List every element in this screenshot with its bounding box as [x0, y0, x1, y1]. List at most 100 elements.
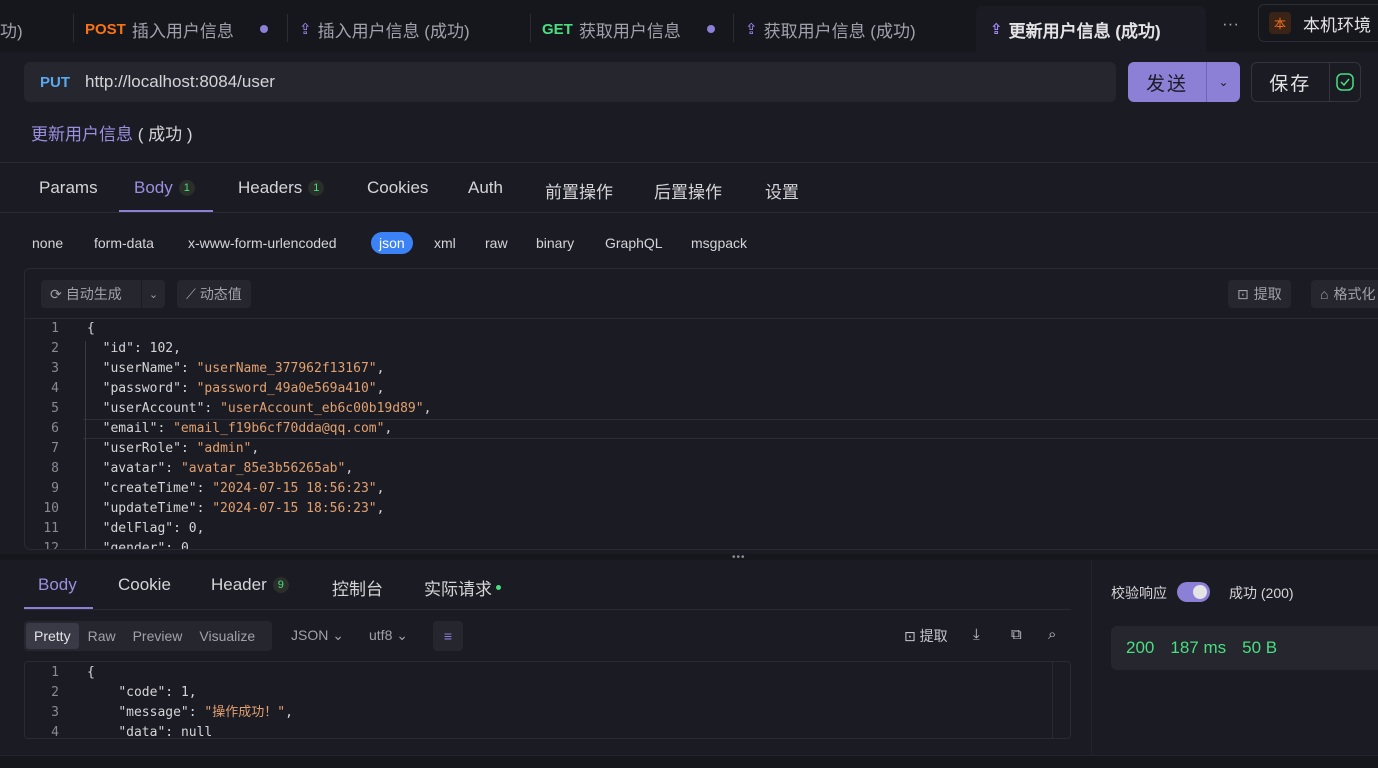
code-line: "updateTime": "2024-07-15 18:56:23",: [102, 501, 385, 516]
response-time: 187 ms: [1170, 638, 1227, 657]
code-line: "email": "email_f19b6cf70dda@qq.com",: [102, 421, 393, 436]
send-button[interactable]: 发送 ⌄: [1128, 62, 1240, 102]
line-number: 3: [51, 705, 59, 720]
dynamic-value-button[interactable]: ⟋ 动态值: [177, 280, 251, 308]
response-tab-header[interactable]: Header 9: [211, 575, 289, 595]
tab-get-user-success[interactable]: ⇪ 获取用户信息 (成功): [745, 6, 916, 52]
breadcrumb-link[interactable]: 更新用户信息: [31, 125, 133, 144]
word-wrap-icon[interactable]: ≡: [433, 621, 463, 651]
tab-auth[interactable]: Auth: [468, 178, 503, 198]
tab-update-user-success[interactable]: ⇪ 更新用户信息 (成功): [976, 6, 1206, 52]
response-body-code[interactable]: { "code": 1, "message": "操作成功！", "data":…: [87, 663, 293, 739]
format-raw[interactable]: Raw: [80, 623, 124, 649]
extract-icon: ⊡: [1237, 285, 1249, 302]
json-key: "message": [118, 705, 189, 720]
response-tab-cookie[interactable]: Cookie: [118, 575, 171, 595]
line-number: 8: [51, 461, 59, 476]
format-icon: ⌂: [1320, 286, 1329, 302]
tab-params[interactable]: Params: [39, 178, 98, 198]
json-key: "password": [102, 381, 181, 396]
extract-button[interactable]: ⊡ 提取: [904, 626, 948, 646]
tab-label: 功): [0, 21, 23, 41]
json-value: 0: [188, 521, 197, 536]
tab-post-processors[interactable]: 后置操作: [654, 178, 722, 203]
body-type-graphql[interactable]: GraphQL: [605, 232, 663, 254]
response-body-viewer[interactable]: 1 2 3 4 { "code": 1, "message": "操作成功！", "d…: [24, 661, 1071, 739]
save-label: 保存: [1269, 73, 1312, 95]
url-input[interactable]: http://localhost:8084/user: [85, 72, 275, 92]
environment-label: 本机环境: [1303, 15, 1371, 35]
verify-response-toggle[interactable]: [1177, 582, 1210, 602]
body-type-msgpack[interactable]: msgpack: [691, 232, 747, 254]
tab-post-insert-user[interactable]: POST 插入用户信息: [85, 6, 268, 52]
response-tab-console[interactable]: 控制台: [332, 575, 383, 600]
more-tabs-icon[interactable]: ···: [1222, 14, 1239, 34]
line-numbers: 1 2 3 4: [25, 663, 59, 738]
magic-wand-icon: ⟋: [186, 285, 196, 302]
tab-pre-processors[interactable]: 前置操作: [545, 178, 613, 203]
json-value: "password_49a0e569a410": [196, 381, 377, 396]
response-tab-actual-request[interactable]: 实际请求: [424, 575, 501, 600]
request-body-editor[interactable]: ⟳ 自动生成 ⌄ ⟋ 动态值 ⊡ 提取 ⌂ 格式化 1 2 3 4 5 6 7 8 9 10 11 1…: [24, 268, 1378, 550]
save-button[interactable]: 保存: [1251, 62, 1361, 102]
code-line: "userAccount": "userAccount_eb6c00b19d89…: [102, 401, 432, 416]
tab-insert-user-success[interactable]: ⇪ 插入用户信息 (成功): [299, 6, 470, 52]
url-bar[interactable]: PUT http://localhost:8084/user: [24, 62, 1116, 102]
format-pretty[interactable]: Pretty: [26, 623, 79, 649]
tab-body[interactable]: Body 1: [134, 178, 195, 198]
drag-handle-icon[interactable]: •••: [732, 552, 746, 563]
json-value: "admin": [196, 441, 252, 456]
format-visualize[interactable]: Visualize: [191, 623, 263, 649]
example-icon: ⇪: [990, 21, 1003, 38]
check-circle-icon[interactable]: [1328, 62, 1360, 102]
method-select[interactable]: PUT: [40, 74, 70, 91]
tab-cookies[interactable]: Cookies: [367, 178, 428, 198]
tab-label: 获取用户信息: [578, 21, 681, 41]
json-value: null: [180, 725, 213, 739]
environment-selector[interactable]: 本 本机环境: [1258, 4, 1378, 42]
tab-label: 获取用户信息 (成功): [763, 21, 916, 41]
search-icon[interactable]: ⌕: [1048, 626, 1056, 643]
code-line: "id": 102,: [102, 341, 181, 356]
json-value: "userAccount_eb6c00b19d89": [220, 401, 424, 416]
scrollbar[interactable]: [1052, 662, 1053, 738]
body-type-urlencoded[interactable]: x-www-form-urlencoded: [188, 232, 337, 254]
tab-partial[interactable]: 功): [0, 6, 23, 52]
copy-icon[interactable]: ⧉: [1011, 626, 1022, 643]
auto-generate-button[interactable]: ⟳ 自动生成 ⌄: [41, 280, 165, 308]
body-type-json[interactable]: json: [371, 232, 413, 254]
code-line: "code": 1,: [118, 685, 197, 700]
body-type-xml[interactable]: xml: [434, 232, 456, 254]
breadcrumb-current: ( 成功 ): [133, 125, 193, 144]
response-language-select[interactable]: JSON ⌄: [291, 627, 344, 644]
extract-button[interactable]: ⊡ 提取: [1228, 280, 1291, 308]
chevron-down-icon: ⌄: [396, 627, 408, 643]
json-value: "avatar_85e3b56265ab": [180, 461, 346, 476]
json-value: 102: [149, 341, 174, 356]
json-value: 0: [180, 541, 189, 550]
tab-headers[interactable]: Headers 1: [238, 178, 325, 198]
line-number: 9: [51, 481, 59, 496]
chevron-down-icon[interactable]: ⌄: [141, 280, 165, 308]
download-icon[interactable]: ⤓: [973, 626, 980, 643]
tab-settings[interactable]: 设置: [765, 178, 799, 203]
response-encoding-select[interactable]: utf8 ⌄: [369, 627, 408, 644]
code-line: "createTime": "2024-07-15 18:56:23",: [102, 481, 385, 496]
body-type-raw[interactable]: raw: [485, 232, 508, 254]
tab-get-user[interactable]: GET 获取用户信息: [542, 6, 715, 52]
response-format-segmented: Pretty Raw Preview Visualize: [24, 621, 272, 651]
chevron-down-icon[interactable]: ⌄: [1206, 62, 1240, 102]
body-type-none[interactable]: none: [32, 232, 63, 254]
format-button[interactable]: ⌂ 格式化: [1311, 280, 1378, 308]
response-tab-body[interactable]: Body: [38, 575, 77, 595]
request-body-code[interactable]: { "id": 102, "userName": "userName_37796…: [87, 319, 432, 550]
status-dot: [496, 585, 501, 590]
json-key: "userAccount": [102, 401, 205, 416]
body-type-form-data[interactable]: form-data: [94, 232, 154, 254]
format-preview[interactable]: Preview: [125, 623, 191, 649]
verify-result: 成功 (200): [1229, 585, 1294, 601]
tab-label: 更新用户信息 (成功): [1008, 21, 1161, 41]
json-key: "email": [102, 421, 158, 436]
json-value: "email_f19b6cf70dda@qq.com": [173, 421, 385, 436]
body-type-binary[interactable]: binary: [536, 232, 574, 254]
